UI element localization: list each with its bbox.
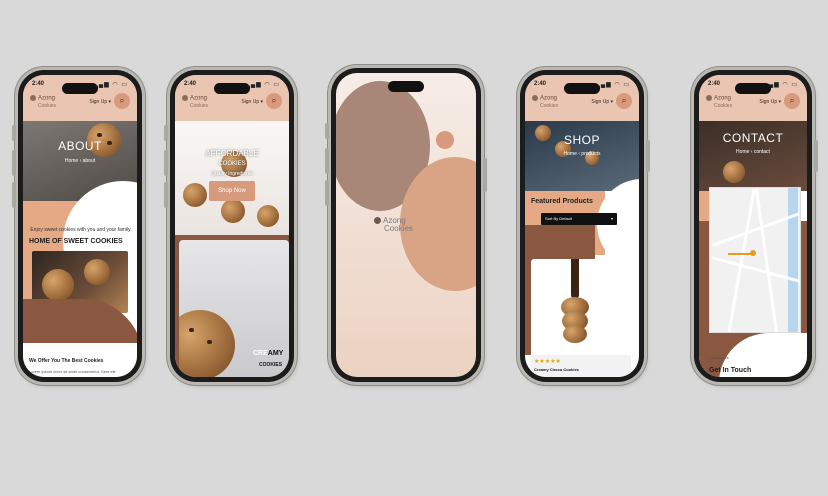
phone-shop: 2:40 ▂▄▆ ◠ ▭ Azong Cookies Sign Up ▾ ⌕ SHO… <box>520 70 650 382</box>
breadcrumb[interactable]: Home ‹ contact <box>699 149 807 155</box>
location-map[interactable] <box>709 187 801 333</box>
splash-logo: Azong Cookies <box>374 217 413 233</box>
shop-hero: SHOP Home ‹ products <box>525 121 639 191</box>
map-route <box>728 253 752 255</box>
offer-text: Lorem ipsum dolor sit amet consectetur. … <box>29 369 116 374</box>
dynamic-island <box>62 83 98 94</box>
screen-contact: 2:40 ▂▄▆ ◠ ▭ Azong Cookies Sign Up ▾ ⌕ CON… <box>699 75 807 377</box>
page-title: ABOUT <box>58 139 102 153</box>
search-icon[interactable]: ⌕ <box>266 93 282 109</box>
logo-icon <box>374 217 381 225</box>
brand-logo[interactable]: Azong Cookies <box>532 95 558 110</box>
tagline: Enjoy sweet cookies with you and your fa… <box>30 227 132 233</box>
screen-splash: Azong Cookies <box>336 73 476 377</box>
creamy-label: CREAMY <box>253 350 284 357</box>
hero-line-3: Quality Ingredients <box>211 171 253 177</box>
status-time: 2:40 <box>32 81 45 87</box>
product-name: Creamy Choco Cookies <box>534 367 579 372</box>
contact-small-label: Contact Us <box>709 355 729 360</box>
screen-shop: 2:40 ▂▄▆ ◠ ▭ Azong Cookies Sign Up ▾ ⌕ SHO… <box>525 75 639 377</box>
phone-about: 2:40 ▂▄▆ ◠ ▭ Azong Cookies Sign Up ▾ ⌕ ABO… <box>12 70 142 382</box>
breadcrumb[interactable]: Home ‹ about <box>23 158 137 164</box>
search-icon[interactable]: ⌕ <box>616 93 632 109</box>
phone-home: 2:40 ▂▄▆ ◠ ▭ Azong Cookies Sign Up ▾ ⌕ AFF… <box>164 70 294 382</box>
page-title: CONTACT <box>722 131 784 145</box>
section-heading: HOME OF SWEET COOKIES <box>29 238 123 245</box>
featured-heading: Featured Products <box>531 198 593 205</box>
chevron-down-icon: ▾ <box>610 216 613 221</box>
shop-now-button[interactable]: Shop Now <box>209 181 255 201</box>
sort-dropdown[interactable]: Sort By Default ▾ <box>541 213 617 225</box>
hero-line-1: AFFORDABLE <box>205 149 259 158</box>
search-icon[interactable]: ⌕ <box>114 93 130 109</box>
chocolate-drip <box>571 259 579 299</box>
hero-line-2: COOKIES <box>218 161 246 167</box>
logo-icon <box>532 95 538 101</box>
phone-contact: 2:40 ▂▄▆ ◠ ▭ Azong Cookies Sign Up ▾ ⌕ CON… <box>694 70 818 382</box>
logo-icon <box>182 95 188 101</box>
product-card[interactable]: ★★★★★ Creamy Choco Cookies <box>531 259 631 377</box>
offer-heading: We Offer You The Best Cookies <box>29 358 104 364</box>
page-title: SHOP <box>563 133 600 147</box>
signup-dropdown[interactable]: Sign Up ▾ <box>241 99 263 105</box>
screen-home: 2:40 ▂▄▆ ◠ ▭ Azong Cookies Sign Up ▾ ⌕ AFF… <box>175 75 289 377</box>
status-icons: ▂▄▆ ◠ ▭ <box>93 82 128 88</box>
logo-icon <box>30 95 36 101</box>
screen-about: 2:40 ▂▄▆ ◠ ▭ Azong Cookies Sign Up ▾ ⌕ ABO… <box>23 75 137 377</box>
home-hero: AFFORDABLE COOKIES Quality Ingredients S… <box>175 121 289 241</box>
creamy-card: CREAMY COOKIES <box>179 240 289 377</box>
signup-dropdown[interactable]: Sign Up ▾ <box>591 99 613 105</box>
rating-stars: ★★★★★ <box>534 359 561 365</box>
search-icon[interactable]: ⌕ <box>784 93 800 109</box>
breadcrumb[interactable]: Home ‹ products <box>525 151 639 157</box>
brand-logo[interactable]: Azong Cookies <box>706 95 732 110</box>
splash-circle-small <box>436 131 454 149</box>
signup-dropdown[interactable]: Sign Up ▾ <box>759 99 781 105</box>
brand-logo[interactable]: Azong Cookies <box>30 95 56 110</box>
creamy-sub: COOKIES <box>259 362 283 368</box>
logo-icon <box>706 95 712 101</box>
phone-splash: Azong Cookies <box>325 68 487 382</box>
brand-logo[interactable]: Azong Cookies <box>182 95 208 110</box>
contact-hero: CONTACT Home ‹ contact <box>699 121 807 191</box>
signup-dropdown[interactable]: Sign Up ▾ <box>89 99 111 105</box>
get-in-touch-heading: Get In Touch <box>709 367 752 374</box>
